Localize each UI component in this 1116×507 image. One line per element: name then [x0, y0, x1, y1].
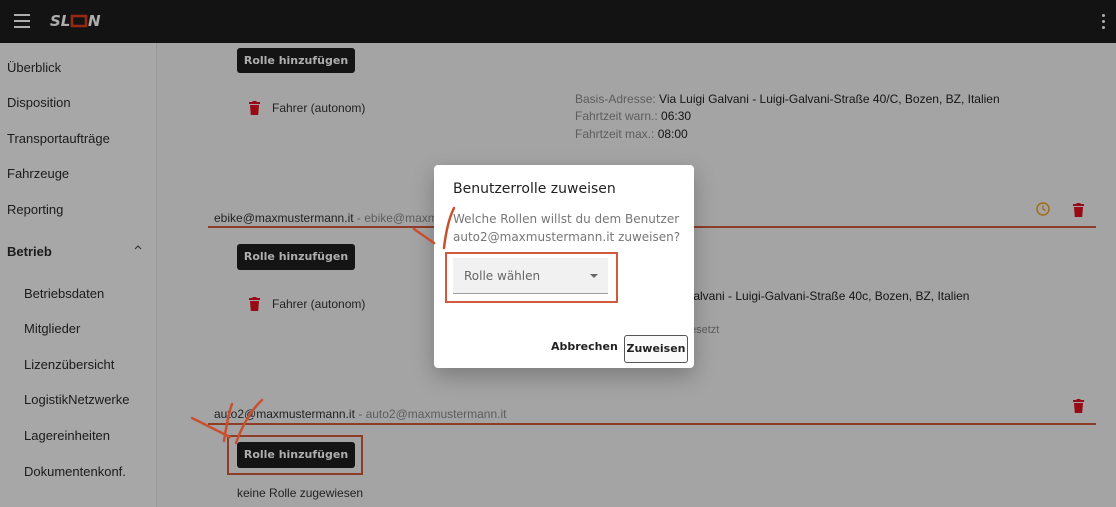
dialog-title: Benutzerrolle zuweisen: [453, 181, 616, 197]
assign-button[interactable]: Zuweisen: [624, 335, 688, 363]
highlight-annotation: [445, 252, 618, 303]
dialog-text: Welche Rollen willst du dem Benutzer aut…: [453, 212, 681, 244]
cancel-button[interactable]: Abbrechen: [551, 340, 618, 353]
